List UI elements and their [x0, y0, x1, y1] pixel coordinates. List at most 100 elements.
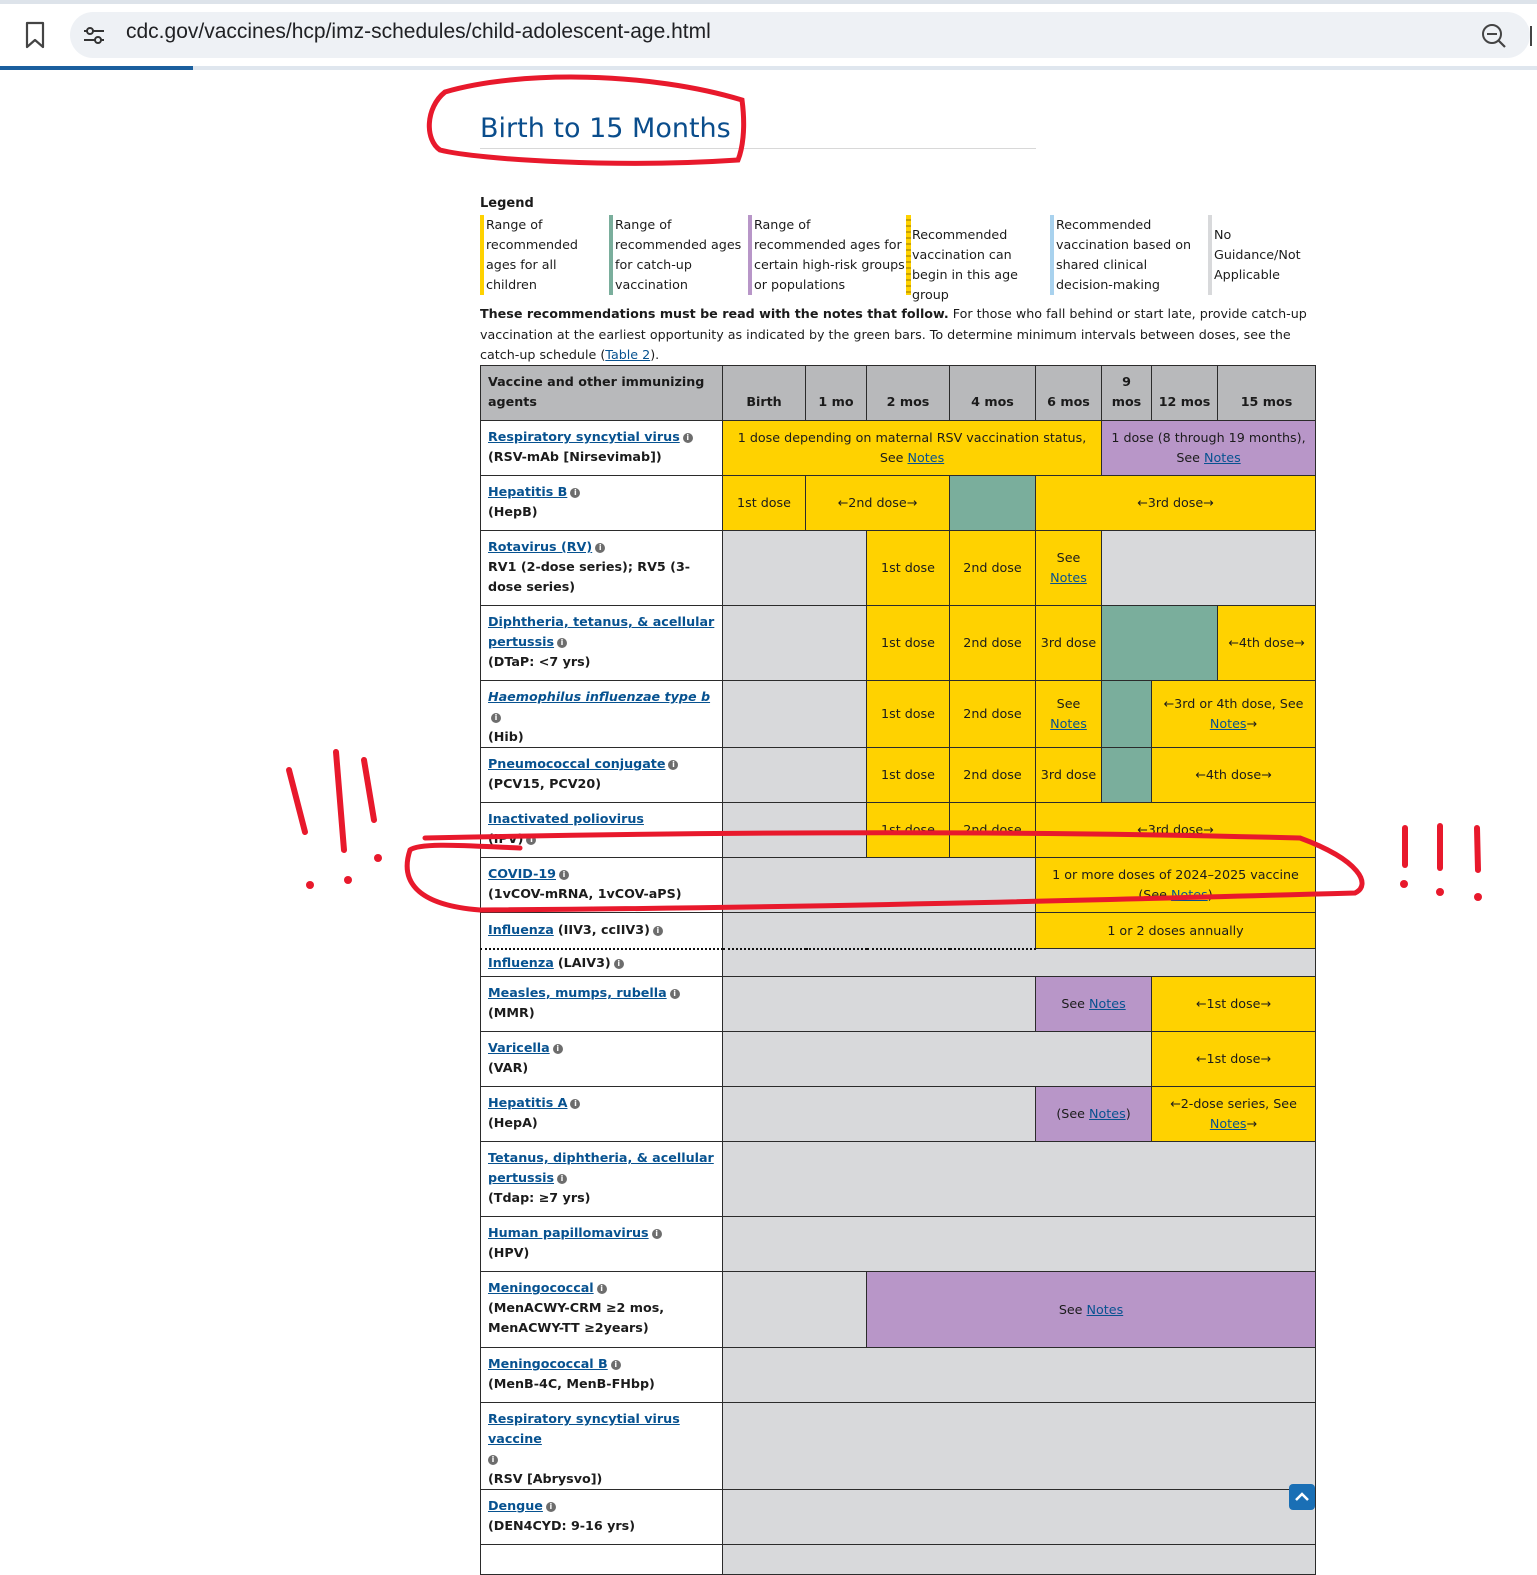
- vaccine-abbr: (1vCOV-mRNA, 1vCOV-aPS): [488, 886, 682, 901]
- na-cell: [722, 976, 1036, 1032]
- table-row: Measles, mumps, rubella i (MMR) See Notes …: [480, 976, 1316, 1032]
- site-info-icon[interactable]: [82, 24, 106, 46]
- notes-link[interactable]: Notes: [1050, 716, 1087, 731]
- dose-cell: 1st dose: [866, 802, 950, 858]
- legend-item-not-applicable: No Guidance/Not Applicable: [1208, 215, 1304, 295]
- notes-link[interactable]: Notes: [1087, 1302, 1124, 1317]
- vaccine-cell: Tetanus, diphtheria, & acellular pertuss…: [480, 1141, 723, 1217]
- vaccine-cell: Diphtheria, tetanus, & acellular pertuss…: [480, 605, 723, 681]
- notes-link[interactable]: Notes: [1089, 996, 1126, 1011]
- vaccine-link[interactable]: Pneumococcal conjugate: [488, 756, 665, 771]
- info-icon[interactable]: i: [491, 713, 501, 723]
- notes-link[interactable]: Notes: [1210, 716, 1247, 731]
- high-risk-cell: See Notes: [1035, 976, 1152, 1032]
- info-icon[interactable]: i: [610, 1360, 621, 1370]
- dose-cell: 2nd dose: [949, 680, 1036, 748]
- vaccine-abbr: (HepB): [488, 504, 538, 519]
- dose-cell: See Notes: [1035, 680, 1102, 748]
- table-2-link[interactable]: Table 2: [605, 347, 650, 362]
- vaccine-link[interactable]: Inactivated poliovirus: [488, 811, 644, 826]
- info-icon[interactable]: i: [557, 638, 568, 648]
- info-icon[interactable]: i: [545, 1502, 556, 1512]
- vaccine-cell: Human papillomavirus i (HPV): [480, 1216, 723, 1272]
- notes-link[interactable]: Notes: [908, 450, 945, 465]
- na-cell: [722, 912, 1036, 950]
- dose-cell: ←3rd dose→: [1035, 802, 1316, 858]
- dose-cell: 1st dose: [722, 475, 806, 531]
- table-row: Respiratory syncytial virus vaccine i (RSV…: [480, 1402, 1316, 1490]
- zoom-out-icon[interactable]: [1480, 22, 1508, 50]
- vaccine-cell: Influenza (LAIV3) i: [480, 948, 723, 977]
- schedule-notice: These recommendations must be read with …: [480, 304, 1310, 366]
- info-icon[interactable]: i: [669, 989, 680, 999]
- vaccine-abbr: (HPV): [488, 1245, 530, 1260]
- vaccine-cell: Meningococcal i (MenACWY-CRM ≥2 mos, MenAC…: [480, 1271, 723, 1348]
- legend-item-catch-up: Range of recommended ages for catch-up v…: [609, 215, 749, 295]
- info-icon[interactable]: i: [652, 926, 663, 937]
- browser-toolbar: cdc.gov/vaccines/hcp/imz-schedules/child…: [0, 0, 1537, 70]
- info-icon[interactable]: i: [596, 1284, 607, 1294]
- info-icon[interactable]: i: [488, 1455, 498, 1465]
- url-text[interactable]: cdc.gov/vaccines/hcp/imz-schedules/child…: [126, 20, 711, 44]
- vaccine-link[interactable]: Influenza: [488, 922, 554, 937]
- table-row: Human papillomavirus i (HPV): [480, 1216, 1316, 1272]
- toolbar-overflow-icon[interactable]: [1530, 26, 1535, 46]
- vaccine-link[interactable]: Diphtheria, tetanus, & acellular pertuss…: [488, 614, 714, 649]
- info-icon[interactable]: i: [651, 1229, 662, 1239]
- vaccine-link[interactable]: Tetanus, diphtheria, & acellular pertuss…: [488, 1150, 714, 1185]
- legend-swatch: [1050, 215, 1054, 295]
- info-icon[interactable]: i: [595, 543, 606, 553]
- top-border: [0, 0, 1537, 4]
- info-icon[interactable]: i: [559, 870, 569, 880]
- notice-bold: These recommendations must be read with …: [480, 306, 949, 321]
- header-9mos: 9 mos: [1101, 365, 1152, 421]
- vaccine-abbr: (VAR): [488, 1060, 529, 1075]
- vaccine-abbr: (MenACWY-CRM ≥2 mos, MenACWY-TT ≥2years): [488, 1300, 665, 1335]
- vaccine-link[interactable]: COVID-19: [488, 866, 556, 881]
- info-icon[interactable]: i: [526, 835, 537, 845]
- header-2mos: 2 mos: [866, 365, 950, 421]
- vaccine-link[interactable]: Respiratory syncytial virus vaccine: [488, 1411, 680, 1446]
- info-icon[interactable]: i: [570, 488, 581, 498]
- notes-link[interactable]: Notes: [1210, 1116, 1247, 1131]
- notes-link[interactable]: Notes: [1171, 887, 1208, 902]
- info-icon[interactable]: i: [570, 1099, 581, 1109]
- vaccine-abbr: (DTaP: <7 yrs): [488, 654, 591, 669]
- vaccine-link[interactable]: Meningococcal: [488, 1280, 594, 1295]
- na-cell: [722, 1031, 1152, 1087]
- info-icon[interactable]: i: [668, 760, 679, 770]
- notes-link[interactable]: Notes: [1089, 1106, 1126, 1121]
- notes-link[interactable]: Notes: [1050, 570, 1087, 585]
- header-1mo: 1 mo: [805, 365, 867, 421]
- info-icon[interactable]: i: [613, 958, 624, 969]
- vaccine-link[interactable]: Hepatitis A: [488, 1095, 567, 1110]
- vaccine-link[interactable]: Hepatitis B: [488, 484, 567, 499]
- dose-cell: ←1st dose→: [1151, 1031, 1316, 1087]
- info-icon[interactable]: i: [552, 1044, 563, 1054]
- na-cell: [722, 680, 867, 748]
- vaccine-link[interactable]: Rotavirus (RV): [488, 539, 592, 554]
- back-to-top-button[interactable]: [1289, 1484, 1315, 1510]
- table-row: Meningococcal i (MenACWY-CRM ≥2 mos, MenAC…: [480, 1271, 1316, 1348]
- dose-cell: ←4th dose→: [1151, 747, 1316, 803]
- vaccine-link[interactable]: Dengue: [488, 1498, 543, 1513]
- vaccine-link[interactable]: Influenza: [488, 955, 554, 970]
- vaccine-link[interactable]: Meningococcal B: [488, 1356, 608, 1371]
- info-icon[interactable]: i: [557, 1174, 568, 1184]
- chevron-up-icon: [1295, 1492, 1309, 1501]
- vaccine-link[interactable]: Varicella: [488, 1040, 550, 1055]
- vaccine-link[interactable]: Respiratory syncytial virus: [488, 429, 680, 444]
- table-row: Inactivated poliovirus (IPV) i 1st dose 2n…: [480, 802, 1316, 858]
- vaccine-link[interactable]: Human papillomavirus: [488, 1225, 649, 1240]
- dose-cell: 1 dose depending on maternal RSV vaccina…: [722, 420, 1102, 476]
- na-cell: [722, 530, 867, 606]
- na-cell: [722, 802, 867, 858]
- vaccine-link[interactable]: Measles, mumps, rubella: [488, 985, 667, 1000]
- info-icon[interactable]: i: [682, 433, 693, 443]
- vaccine-link[interactable]: Haemophilus influenzae type b: [488, 689, 710, 704]
- cell-text: See: [1061, 996, 1085, 1011]
- vaccine-cell: Haemophilus influenzae type b i (Hib): [480, 680, 723, 748]
- vaccine-abbr: (Tdap: ≥7 yrs): [488, 1190, 591, 1205]
- notes-link[interactable]: Notes: [1204, 450, 1241, 465]
- bookmark-icon[interactable]: [22, 20, 48, 50]
